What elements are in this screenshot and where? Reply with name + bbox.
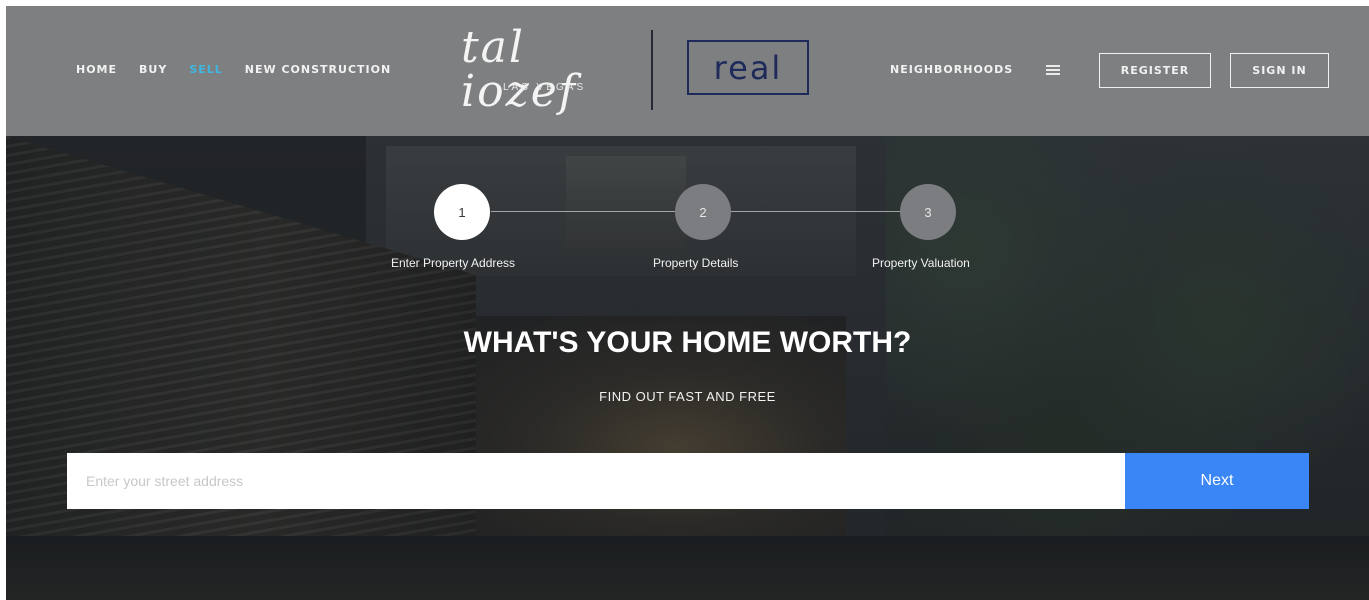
hero-section: 1 2 3 Enter Property Address Property De… <box>6 136 1369 600</box>
step-2-circle[interactable]: 2 <box>675 184 731 240</box>
register-button[interactable]: REGISTER <box>1099 53 1211 88</box>
nav-new-construction-link[interactable]: NEW CONSTRUCTION <box>245 63 391 76</box>
hamburger-menu-icon[interactable] <box>1046 65 1060 75</box>
logo-divider <box>651 30 653 110</box>
address-search-form: Next <box>67 453 1309 509</box>
logo-subtitle: LAS VEGAS <box>503 82 587 93</box>
step-1-label: Enter Property Address <box>391 256 516 270</box>
hero-title: WHAT'S YOUR HOME WORTH? <box>463 326 912 359</box>
page-frame: HOME BUY SELL NEW CONSTRUCTION tal iozef… <box>6 6 1369 600</box>
step-1-circle[interactable]: 1 <box>434 184 490 240</box>
site-logo[interactable]: tal iozef LAS VEGAS <box>461 26 641 114</box>
nav-neighborhoods-link[interactable]: NEIGHBORHOODS <box>890 63 1013 76</box>
nav-buy-link[interactable]: BUY <box>139 63 167 76</box>
main-nav: HOME BUY SELL NEW CONSTRUCTION <box>76 63 413 76</box>
street-address-input[interactable] <box>67 453 1125 509</box>
sign-in-button[interactable]: SIGN IN <box>1230 53 1329 88</box>
next-button[interactable]: Next <box>1125 453 1309 509</box>
step-2-label: Property Details <box>653 256 739 270</box>
step-3-label: Property Valuation <box>872 256 970 270</box>
step-connector-2 <box>731 211 901 212</box>
partner-brand-text: real <box>713 48 783 87</box>
logo-script-text: tal iozef <box>461 22 578 117</box>
nav-home-link[interactable]: HOME <box>76 63 117 76</box>
partner-brand-logo[interactable]: real <box>687 40 809 95</box>
hero-subtitle: FIND OUT FAST AND FREE <box>599 389 776 404</box>
site-header: HOME BUY SELL NEW CONSTRUCTION tal iozef… <box>6 6 1369 136</box>
nav-sell-link[interactable]: SELL <box>189 63 222 76</box>
step-3-circle[interactable]: 3 <box>900 184 956 240</box>
step-connector-1 <box>491 211 676 212</box>
